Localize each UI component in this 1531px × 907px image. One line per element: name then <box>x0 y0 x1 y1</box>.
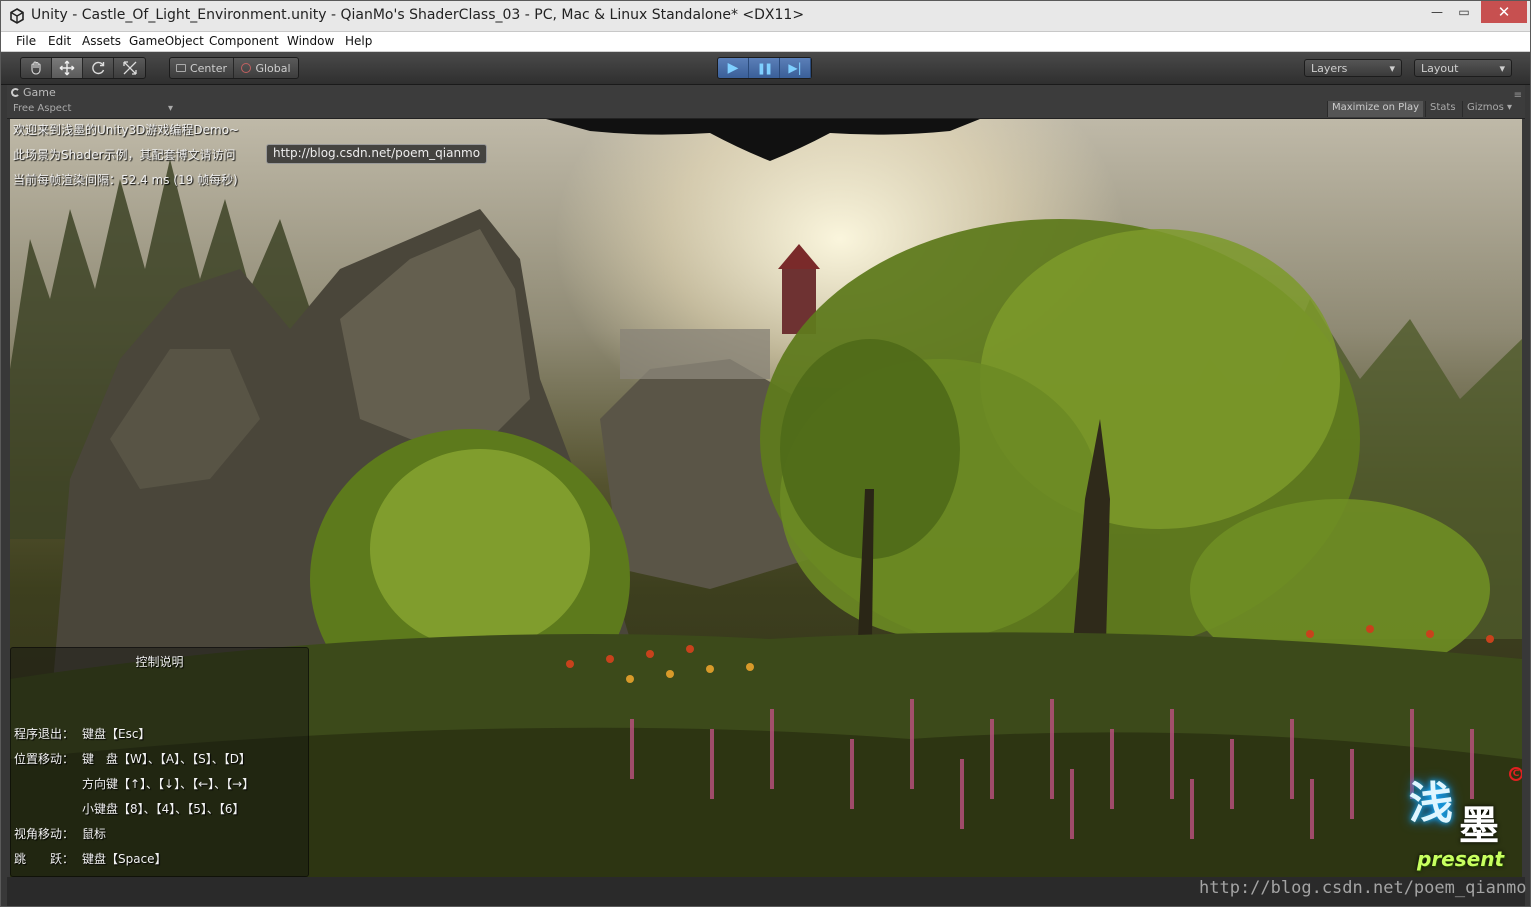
step-button[interactable]: ▶| <box>780 58 811 78</box>
control-value: 键盘【Esc】 <box>82 727 151 741</box>
layout-dropdown[interactable]: Layout ▾ <box>1414 59 1512 77</box>
game-tab-icon <box>11 88 20 97</box>
globe-icon <box>241 63 252 73</box>
blog-watermark: http://blog.csdn.net/poem_qianmo <box>1199 878 1527 898</box>
maximize-on-play-toggle[interactable]: Maximize on Play <box>1327 101 1424 117</box>
space-label: Global <box>255 61 291 75</box>
copyright-icon: C <box>1509 767 1522 781</box>
minimize-button[interactable]: — <box>1423 1 1451 23</box>
aspect-label: Free Aspect <box>13 103 72 114</box>
aspect-dropdown[interactable]: Free Aspect ▾ <box>13 103 173 114</box>
control-label: 视角移动： <box>14 827 75 841</box>
menu-file[interactable]: File <box>16 34 36 48</box>
control-label: 跳 跃： <box>14 852 75 866</box>
chevron-down-icon: ▾ <box>1389 61 1395 75</box>
toolbar: Center Global ▶ ❚❚ ▶| Layers ▾ Layout ▾ <box>1 52 1530 85</box>
pivot-center-toggle[interactable]: Center <box>170 58 234 78</box>
control-label: 位置移动： <box>14 752 75 766</box>
menu-component[interactable]: Component <box>209 34 279 48</box>
game-view-header: Game Free Aspect ▾ ≡ Maximize on Play St… <box>7 85 1525 119</box>
control-row: 位置移动： 键 盘【W】、【A】、【S】、【D】 <box>14 750 251 767</box>
pause-button[interactable]: ❚❚ <box>749 58 780 78</box>
transform-tools <box>20 57 146 79</box>
pivot-space-toggles: Center Global <box>169 57 299 79</box>
frame-time-text: 当前每帧渲染间隔：52.4 ms (19 帧每秒) <box>13 173 238 187</box>
panel-menu-icon[interactable]: ≡ <box>1514 90 1522 101</box>
window-title: Unity - Castle_Of_Light_Environment.unit… <box>31 7 805 23</box>
unity-logo-icon <box>10 8 24 24</box>
center-icon <box>175 64 186 72</box>
control-value: 方向键【↑】、【↓】、【←】、【→】 <box>82 777 255 791</box>
menu-gameobject[interactable]: GameObject <box>129 34 204 48</box>
layers-label: Layers <box>1311 61 1348 75</box>
menu-help[interactable]: Help <box>345 34 372 48</box>
tab-game[interactable]: Game <box>11 86 56 99</box>
rotate-icon[interactable] <box>83 58 114 78</box>
pivot-label: Center <box>189 61 228 75</box>
controls-panel: 控制说明 程序退出： 键盘【Esc】 位置移动： 键 盘【W】、【A】、【S】、【D… <box>10 647 309 877</box>
control-value: 小键盘【8】、【4】、【5】、【6】 <box>82 802 245 816</box>
control-value: 键 盘【W】、【A】、【S】、【D】 <box>82 752 251 766</box>
chevron-down-icon: ▾ <box>1499 61 1505 75</box>
maximize-button[interactable]: ▭ <box>1450 1 1478 23</box>
gizmos-label: Gizmos <box>1467 102 1504 113</box>
logo-char-2: 墨 <box>1459 802 1499 849</box>
control-value: 键盘【Space】 <box>82 852 167 866</box>
scale-icon[interactable] <box>114 58 145 78</box>
menu-window[interactable]: Window <box>287 34 334 48</box>
title-bar: Unity - Castle_Of_Light_Environment.unit… <box>1 1 1530 32</box>
control-row: 小键盘【8】、【4】、【5】、【6】 <box>14 800 245 817</box>
qianmo-logo: 浅 墨 C present <box>1403 765 1522 877</box>
chevron-down-icon: ▾ <box>1507 102 1513 113</box>
logo-char-1: 浅 <box>1409 778 1453 829</box>
tab-game-label: Game <box>23 86 56 99</box>
space-global-toggle[interactable]: Global <box>234 58 298 78</box>
control-row: 程序退出： 键盘【Esc】 <box>14 725 150 742</box>
controls-title: 控制说明 <box>135 655 184 669</box>
control-row: 方向键【↑】、【↓】、【←】、【→】 <box>14 775 254 792</box>
play-controls: ▶ ❚❚ ▶| <box>717 57 812 79</box>
unity-window: Unity - Castle_Of_Light_Environment.unit… <box>0 0 1531 907</box>
control-label: 程序退出： <box>14 727 75 741</box>
blog-url-button[interactable]: http://blog.csdn.net/poem_qianmo <box>266 144 488 164</box>
menu-edit[interactable]: Edit <box>48 34 71 48</box>
hand-icon[interactable] <box>21 58 52 78</box>
play-button[interactable]: ▶ <box>718 58 749 78</box>
shader-note-text: 此场景为Shader示例，其配套博文请访问 <box>13 148 236 162</box>
welcome-text: 欢迎来到浅墨的Unity3D游戏编程Demo~ <box>13 123 240 137</box>
layout-label: Layout <box>1421 61 1459 75</box>
gizmos-dropdown[interactable]: Gizmos ▾ <box>1462 101 1516 117</box>
chevron-down-icon: ▾ <box>167 103 173 114</box>
menu-bar: File Edit Assets GameObject Component Wi… <box>1 32 1530 52</box>
layers-dropdown[interactable]: Layers ▾ <box>1304 59 1402 77</box>
logo-present-text: present <box>1417 847 1505 871</box>
control-value: 鼠标 <box>82 827 107 841</box>
stats-toggle[interactable]: Stats <box>1425 101 1460 117</box>
control-row: 跳 跃： 键盘【Space】 <box>14 850 167 867</box>
move-icon[interactable] <box>52 58 83 78</box>
control-row: 视角移动： 鼠标 <box>14 825 106 842</box>
close-button[interactable]: ✕ <box>1481 1 1527 23</box>
menu-assets[interactable]: Assets <box>82 34 121 48</box>
